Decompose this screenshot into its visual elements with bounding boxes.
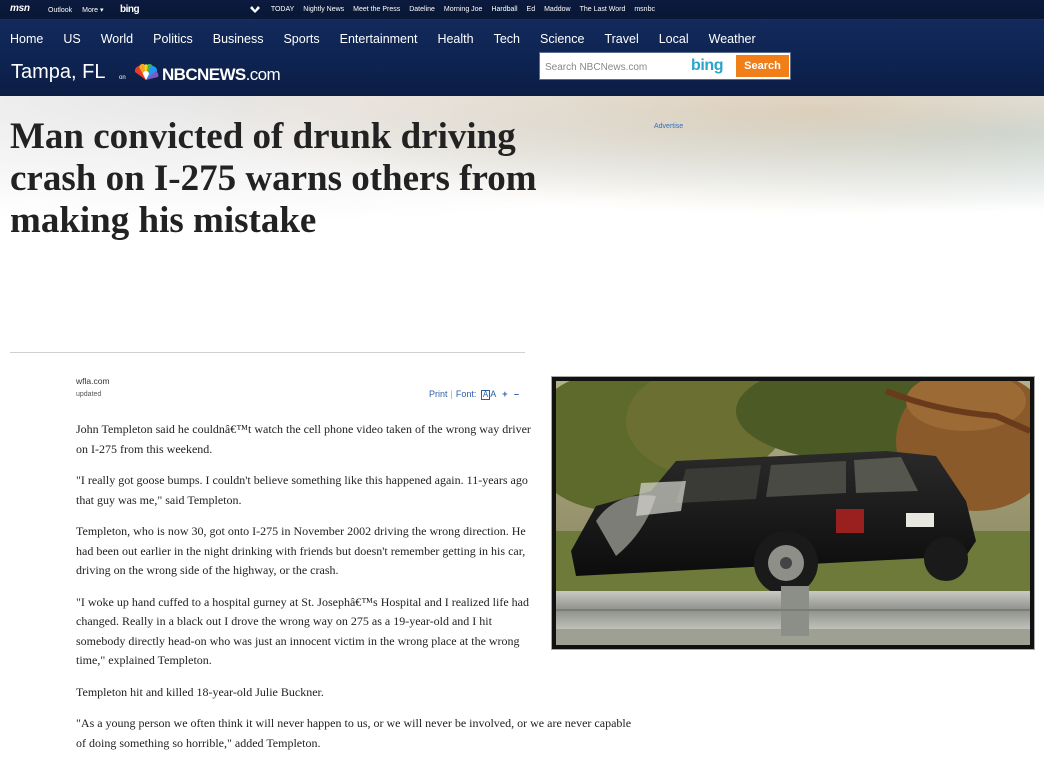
nav-item-science[interactable]: Science (540, 32, 584, 46)
nav-item-us[interactable]: US (63, 32, 80, 46)
show-link-msnbc[interactable]: msnbc (634, 6, 655, 13)
search-box: Search NBCNews.com bing Search (539, 52, 791, 80)
font-label: Font: (455, 389, 477, 399)
article-paragraph: "I woke up hand cuffed to a hospital gur… (76, 594, 529, 668)
font-a-label[interactable]: A (490, 389, 496, 399)
article-headline: Man convicted of drunk driving crash on … (10, 116, 537, 241)
article-photo[interactable] (551, 376, 1035, 650)
show-link-ed[interactable]: Ed (527, 6, 536, 13)
msn-logo[interactable]: msn (10, 3, 30, 14)
section-nav: Home US World Politics Business Sports Enterta… (10, 32, 776, 46)
show-link-nightly-news[interactable]: Nightly News (303, 6, 344, 13)
tools-separator: | (450, 389, 453, 399)
font-increase-button[interactable]: + (502, 389, 507, 399)
logo-suffix: .com (245, 65, 281, 84)
show-link-last-word[interactable]: The Last Word (580, 6, 626, 13)
utility-links: Outlook More ▾ (48, 6, 114, 14)
nav-item-local[interactable]: Local (659, 32, 689, 46)
crash-scene-image (556, 381, 1030, 645)
nbc-peacock-icon[interactable] (133, 63, 159, 81)
article-paragraph: "As a young person we often think it wil… (76, 716, 632, 750)
on-label: on (119, 75, 126, 81)
show-link-maddow[interactable]: Maddow (544, 6, 570, 13)
font-size-icon[interactable]: A (480, 390, 491, 400)
article-paragraph: "I really got goose bumps. I couldn't be… (76, 473, 528, 507)
nav-item-entertainment[interactable]: Entertainment (340, 32, 418, 46)
nav-item-home[interactable]: Home (10, 32, 43, 46)
shows-links: TODAY Nightly News Meet the Press Dateline M… (250, 6, 664, 13)
nav-item-weather[interactable]: Weather (709, 32, 756, 46)
bing-logo: bing (691, 57, 724, 74)
nav-item-politics[interactable]: Politics (153, 32, 193, 46)
nav-item-tech[interactable]: Tech (494, 32, 520, 46)
show-link-dateline[interactable]: Dateline (409, 6, 435, 13)
bing-link[interactable]: bing (120, 4, 140, 15)
more-link[interactable]: More ▾ (82, 7, 103, 14)
nbcnews-logo[interactable]: NBCNEWS.com (162, 65, 281, 85)
article-paragraph: Templeton hit and killed 18-year-old Jul… (76, 684, 324, 699)
show-link-meet-the-press[interactable]: Meet the Press (353, 6, 400, 13)
article-paragraph: Templeton, who is now 30, got onto I-275… (76, 524, 526, 577)
nav-item-sports[interactable]: Sports (283, 32, 319, 46)
nav-item-business[interactable]: Business (213, 32, 264, 46)
font-decrease-button[interactable]: – (514, 389, 519, 399)
logo-main: NBCNEWS (162, 65, 246, 84)
nav-item-health[interactable]: Health (437, 32, 473, 46)
article-tools: Print | Font: AA + – (429, 389, 519, 400)
outlook-link[interactable]: Outlook (48, 7, 72, 14)
print-link[interactable]: Print (429, 389, 448, 399)
article-paragraph: John Templeton said he couldnâ€™t watch … (76, 422, 531, 456)
article-updated: updated (76, 391, 102, 398)
location-label[interactable]: Tampa, FL (11, 61, 105, 84)
main-nav: Home US World Politics Business Sports Enterta… (0, 20, 1044, 96)
show-link-today[interactable]: TODAY (271, 6, 294, 13)
peacock-mini-icon (250, 6, 260, 13)
nav-item-travel[interactable]: Travel (604, 32, 638, 46)
advertise-link[interactable]: Advertise (654, 123, 683, 130)
article-source: wfla.com (76, 376, 110, 386)
search-input[interactable]: Search NBCNews.com (545, 62, 647, 73)
utility-bar: msn Outlook More ▾ bing TODAY Nightly News… (0, 0, 1044, 20)
nav-item-world[interactable]: World (101, 32, 133, 46)
search-button[interactable]: Search (736, 55, 789, 77)
show-link-morning-joe[interactable]: Morning Joe (444, 6, 483, 13)
show-link-hardball[interactable]: Hardball (491, 6, 517, 13)
divider (10, 352, 525, 353)
